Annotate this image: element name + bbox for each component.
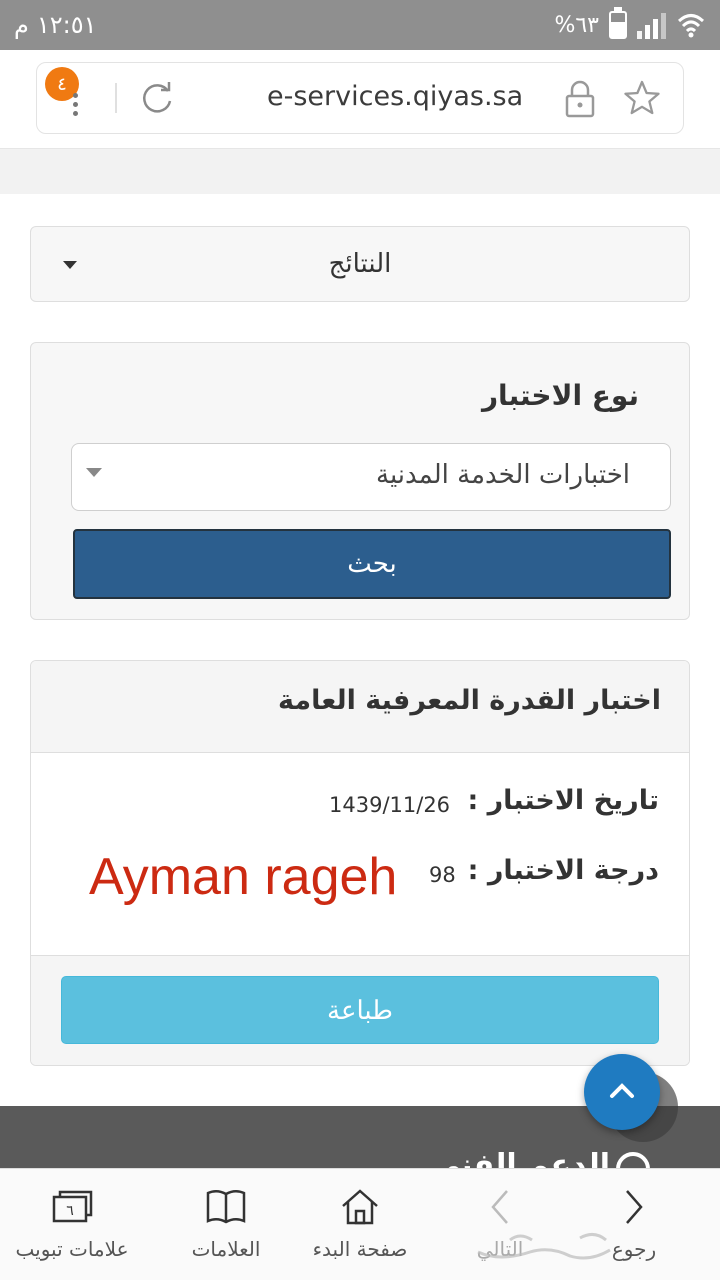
status-clock: ١٢:٥١ م bbox=[14, 11, 97, 39]
wifi-icon bbox=[677, 14, 705, 38]
scroll-top-button[interactable] bbox=[584, 1054, 660, 1130]
toolbar-tabs-label: علامات تبويب bbox=[15, 1237, 129, 1261]
chevron-down-icon bbox=[63, 261, 77, 269]
chevron-down-icon bbox=[86, 468, 102, 477]
status-indicators: %٦٣ bbox=[554, 7, 706, 40]
status-time-suffix: م bbox=[14, 11, 29, 39]
test-date-value: 1439/11/26 bbox=[329, 793, 451, 817]
lock-icon[interactable] bbox=[563, 79, 597, 119]
battery-icon bbox=[609, 7, 627, 39]
chevron-left-icon bbox=[478, 1185, 522, 1229]
battery-percent: %٦٣ bbox=[554, 12, 599, 38]
test-type-select[interactable]: اختبارات الخدمة المدنية bbox=[71, 443, 671, 511]
toolbar-back-label: رجوع bbox=[611, 1237, 657, 1261]
chevron-up-icon bbox=[610, 1083, 634, 1098]
browser-bottom-toolbar: ٦ علامات تبويب العلامات صفحة البدء التال… bbox=[0, 1168, 720, 1280]
toolbar-back[interactable]: رجوع bbox=[562, 1169, 706, 1280]
toolbar-forward-label: التالي bbox=[476, 1237, 524, 1261]
page-top-strip bbox=[0, 148, 720, 194]
search-button[interactable]: بحث bbox=[73, 529, 671, 599]
result-card-footer: طباعة bbox=[31, 955, 689, 1065]
tabs-icon: ٦ bbox=[50, 1185, 94, 1229]
print-button[interactable]: طباعة bbox=[61, 976, 659, 1044]
star-icon[interactable] bbox=[623, 79, 661, 117]
results-dropdown[interactable]: النتائج bbox=[30, 226, 690, 302]
test-type-selected-value: اختبارات الخدمة المدنية bbox=[376, 460, 630, 490]
result-card: اختبار القدرة المعرفية العامة تاريخ الاخ… bbox=[30, 660, 690, 1066]
bookmarks-book-icon bbox=[204, 1185, 248, 1229]
overlay-name-text: Ayman rageh bbox=[89, 848, 398, 906]
status-bar: ١٢:٥١ م %٦٣ bbox=[0, 0, 720, 50]
toolbar-bookmarks[interactable]: العلامات bbox=[154, 1169, 298, 1280]
address-bar[interactable]: ٤ e-services.qiyas.sa bbox=[36, 62, 684, 134]
result-card-header: اختبار القدرة المعرفية العامة bbox=[31, 661, 689, 753]
address-divider bbox=[115, 83, 117, 113]
status-time: ١٢:٥١ bbox=[36, 11, 97, 39]
chevron-right-icon bbox=[612, 1185, 656, 1229]
test-type-title: نوع الاختبار bbox=[481, 379, 639, 412]
toolbar-tabs[interactable]: ٦ علامات تبويب bbox=[0, 1169, 144, 1280]
test-score-label: درجة الاختبار : bbox=[467, 855, 659, 886]
menu-dots-icon[interactable] bbox=[73, 93, 79, 120]
toolbar-home[interactable]: صفحة البدء bbox=[288, 1169, 432, 1280]
test-type-panel: نوع الاختبار اختبارات الخدمة المدنية بحث bbox=[30, 342, 690, 620]
toolbar-home-label: صفحة البدء bbox=[312, 1237, 408, 1261]
home-icon bbox=[338, 1185, 382, 1229]
result-card-title: اختبار القدرة المعرفية العامة bbox=[277, 685, 661, 716]
toolbar-forward[interactable]: التالي bbox=[428, 1169, 572, 1280]
url-text[interactable]: e-services.qiyas.sa bbox=[267, 81, 523, 112]
reload-icon[interactable] bbox=[137, 79, 177, 119]
support-link[interactable]: الدعم الفني bbox=[431, 1146, 610, 1168]
tabs-count: ٦ bbox=[66, 1203, 74, 1219]
test-score-value: 98 bbox=[429, 863, 456, 887]
signal-icon bbox=[637, 11, 666, 39]
browser-address-area: ٤ e-services.qiyas.sa bbox=[0, 50, 720, 148]
test-date-label: تاريخ الاختبار : bbox=[467, 785, 659, 816]
results-dropdown-label: النتائج bbox=[328, 249, 392, 279]
toolbar-bookmarks-label: العلامات bbox=[191, 1237, 261, 1261]
